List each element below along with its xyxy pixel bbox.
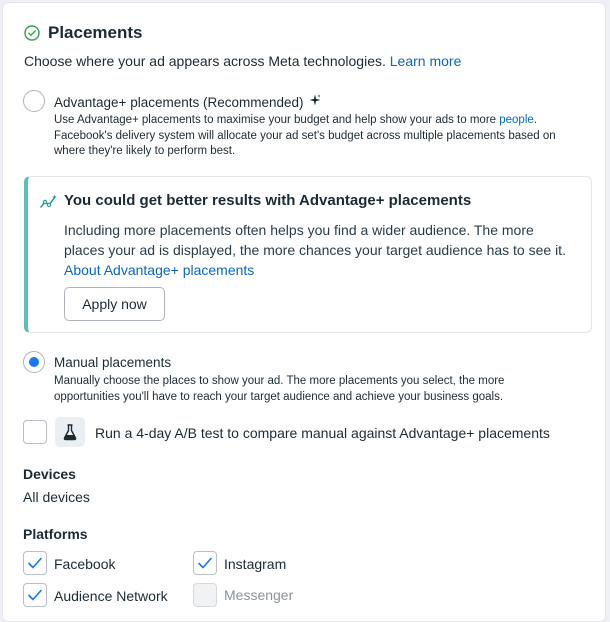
- manual-desc-line2: opportunities you'll have to reach your …: [54, 390, 504, 403]
- sparkle-icon: [309, 94, 321, 106]
- manual-desc-line1: Manually choose the places to show your …: [54, 375, 505, 387]
- devices-value[interactable]: All devices: [23, 489, 90, 505]
- banner-title: You could get better results with Advant…: [64, 192, 472, 209]
- manual-placements-description: Manually choose the places to show your …: [54, 374, 594, 405]
- facebook-label[interactable]: Facebook: [54, 556, 115, 572]
- advantage-desc-period: .: [533, 114, 537, 126]
- section-title: Placements: [48, 23, 143, 42]
- instagram-checkbox[interactable]: [193, 551, 217, 575]
- trend-chart-icon: [40, 194, 57, 208]
- flask-icon: [63, 424, 77, 441]
- about-advantage-link[interactable]: About Advantage+ placements: [64, 262, 254, 278]
- ab-test-label[interactable]: Run a 4-day A/B test to compare manual a…: [95, 425, 550, 441]
- ab-test-checkbox[interactable]: [23, 420, 47, 444]
- audience-network-label[interactable]: Audience Network: [54, 588, 168, 604]
- devices-heading: Devices: [23, 466, 76, 482]
- facebook-checkbox[interactable]: [23, 551, 47, 575]
- checkmark-icon: [28, 557, 42, 569]
- advantage-desc-line1: Use Advantage+ placements to maximise yo…: [54, 114, 500, 126]
- instagram-label[interactable]: Instagram: [224, 556, 286, 572]
- messenger-checkbox: [193, 583, 217, 607]
- advantage-placements-description: Use Advantage+ placements to maximise yo…: [54, 113, 594, 160]
- audience-network-checkbox[interactable]: [23, 583, 47, 607]
- manual-placements-label[interactable]: Manual placements: [54, 355, 171, 370]
- subtitle-text: Choose where your ad appears across Meta…: [24, 53, 386, 69]
- advantage-desc-line2: Facebook's delivery system will allocate…: [54, 129, 556, 142]
- advantage-placements-label: Advantage+ placements (Recommended): [54, 95, 304, 110]
- platforms-heading: Platforms: [23, 526, 88, 542]
- manual-placements-radio[interactable]: [23, 351, 45, 373]
- messenger-label: Messenger: [224, 587, 294, 603]
- banner-text: Including more placements often helps yo…: [64, 220, 574, 280]
- advantage-desc-line3: where they're likely to perform best.: [54, 145, 236, 157]
- check-circle-icon: [24, 25, 40, 41]
- apply-now-button[interactable]: Apply now: [64, 287, 165, 321]
- checkmark-icon: [28, 589, 42, 601]
- advantage-suggestion-banner: You could get better results with Advant…: [24, 176, 592, 333]
- advantage-placements-label-row[interactable]: Advantage+ placements (Recommended): [54, 94, 321, 110]
- people-link[interactable]: people: [499, 114, 534, 126]
- section-subtitle: Choose where your ad appears across Meta…: [24, 53, 461, 69]
- placements-card: Placements Choose where your ad appears …: [2, 2, 606, 622]
- checkmark-icon: [198, 557, 212, 569]
- learn-more-link[interactable]: Learn more: [390, 53, 462, 69]
- section-header: Placements: [24, 23, 143, 43]
- ab-test-icon-container: [55, 417, 85, 447]
- banner-body: Including more placements often helps yo…: [64, 222, 566, 258]
- advantage-placements-radio[interactable]: [23, 90, 45, 112]
